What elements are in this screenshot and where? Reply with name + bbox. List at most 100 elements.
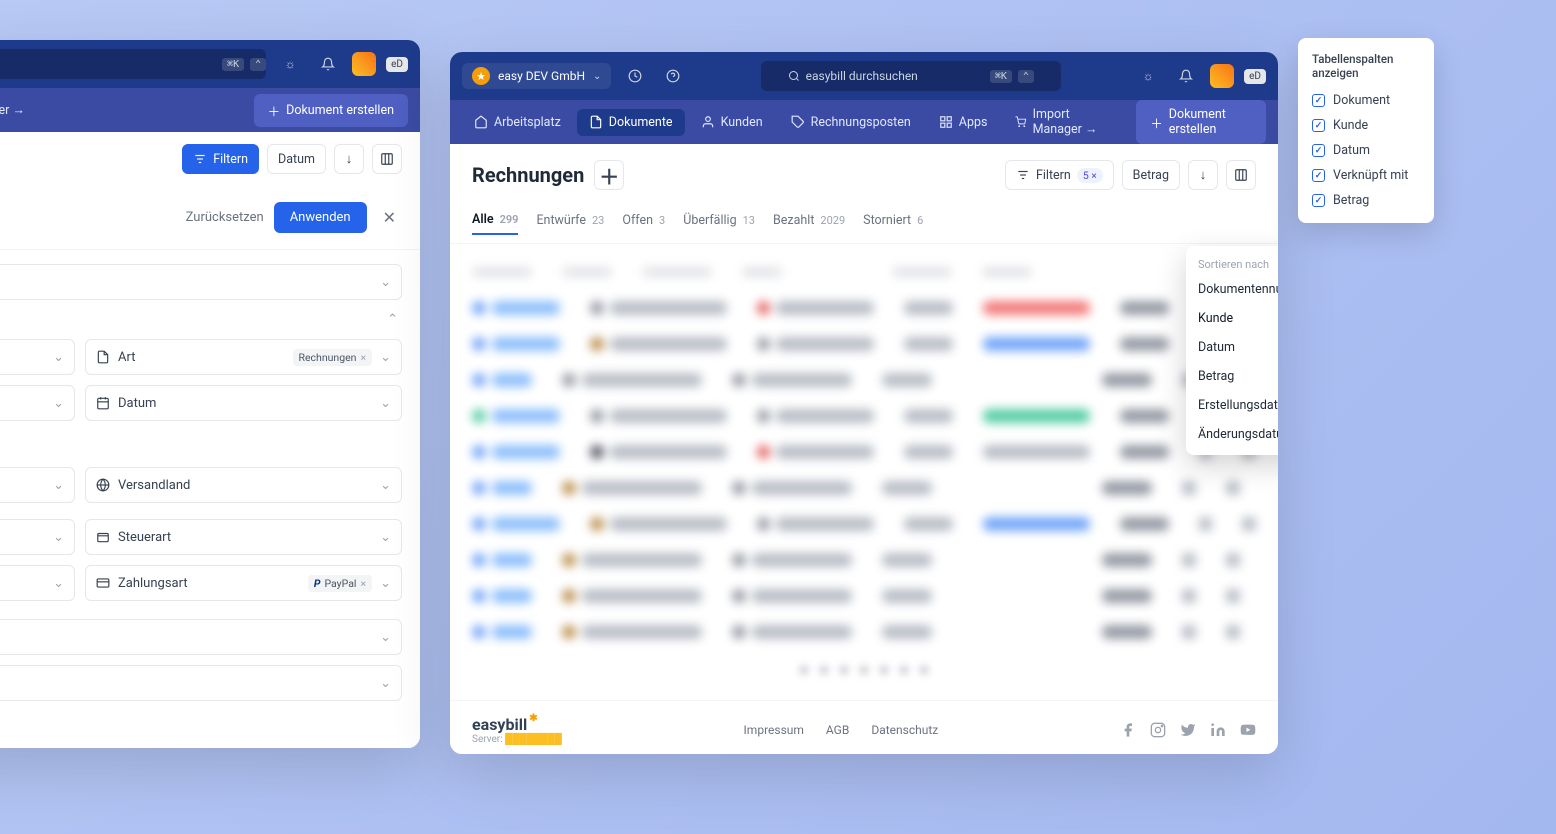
filter-window: bill durchsuchen ⌘K ⌃ ☼ eD osten Apps Im… <box>0 40 420 748</box>
include-docs-toggle[interactable]: mente einbeziehen <box>0 431 402 457</box>
column-toggle-kunde[interactable]: ✓Kunde <box>1298 113 1434 138</box>
table-row <box>472 506 1256 542</box>
sort-option-änderungsdatum[interactable]: Änderungsdatum <box>1186 420 1278 449</box>
art-field[interactable]: Art Rechnungen× ⌄ <box>85 339 402 375</box>
help-icon[interactable] <box>659 62 687 90</box>
search-bar[interactable]: easybill durchsuchen ⌘K ⌃ <box>761 61 1061 91</box>
social-links <box>1120 722 1256 738</box>
avatar[interactable] <box>352 52 376 76</box>
nav-rechnungsposten[interactable]: Rechnungsposten <box>779 109 923 136</box>
datum-button-left[interactable]: Datum <box>267 144 326 174</box>
theme-icon-main[interactable]: ☼ <box>1134 62 1162 90</box>
table-row <box>472 290 1256 326</box>
footer-link-impressum[interactable]: Impressum <box>744 723 804 737</box>
tab-offen[interactable]: Offen3 <box>622 206 665 235</box>
sort-button[interactable]: Betrag <box>1122 160 1180 190</box>
columns-button-left[interactable] <box>372 144 402 174</box>
mitarbeiter-field[interactable]: Mitarbeiter⌄ <box>0 665 402 701</box>
close-icon[interactable]: ✕ <box>377 202 402 233</box>
nav-import-left[interactable]: Import Manager → <box>0 97 37 124</box>
field-blank-3[interactable]: ⌄ <box>0 467 75 503</box>
sort-direction-left[interactable]: ↓ <box>334 144 364 174</box>
zahlungsart-field[interactable]: Zahlungsart PPayPal × ⌄ <box>85 565 402 601</box>
tab-storniert[interactable]: Storniert6 <box>863 206 923 235</box>
nav-import[interactable]: Import Manager → <box>1003 101 1128 143</box>
datum-field[interactable]: Datum⌄ <box>85 385 402 421</box>
table-row <box>472 398 1256 434</box>
bell-icon-main[interactable] <box>1172 62 1200 90</box>
instagram-icon[interactable] <box>1150 722 1166 738</box>
field-blank-2[interactable]: ⌄ <box>0 385 75 421</box>
avatar-badge-main[interactable]: eD <box>1244 69 1266 84</box>
search-kbd2: ⌃ <box>250 58 266 71</box>
field-blank-4[interactable]: ⌄ <box>0 519 75 555</box>
collapse-icon[interactable]: ⌃ <box>387 312 398 327</box>
footer-link-agb[interactable]: AGB <box>826 723 849 737</box>
avatar-badge[interactable]: eD <box>386 57 408 72</box>
topbar: ★ easy DEV GmbH ⌄ easybill durchsuchen ⌘… <box>450 52 1278 100</box>
bell-icon[interactable] <box>314 50 342 78</box>
nav-dokumente[interactable]: Dokumente <box>577 109 685 136</box>
main-window: ★ easy DEV GmbH ⌄ easybill durchsuchen ⌘… <box>450 52 1278 754</box>
tab-alle[interactable]: Alle299 <box>472 206 518 235</box>
twitter-icon[interactable] <box>1180 722 1196 738</box>
facebook-icon[interactable] <box>1120 722 1136 738</box>
filter-button-left[interactable]: Filtern <box>182 144 259 174</box>
sort-option-erstellungsdatum[interactable]: Erstellungsdatum <box>1186 391 1278 420</box>
nav-arbeitsplatz[interactable]: Arbeitsplatz <box>462 109 573 136</box>
add-button[interactable]: ＋ <box>594 160 624 190</box>
sort-direction[interactable]: ↓ <box>1188 160 1218 190</box>
footer-links: Impressum AGB Datenschutz <box>744 723 939 737</box>
avatar-main[interactable] <box>1210 64 1234 88</box>
nav-kunden[interactable]: Kunden <box>689 109 775 136</box>
table-row <box>472 578 1256 614</box>
art-chip[interactable]: Rechnungen× <box>293 349 373 366</box>
star-icon: ★ <box>472 67 490 85</box>
tab-entwürfe[interactable]: Entwürfe23 <box>536 206 604 235</box>
sort-option-kunde[interactable]: Kunde✓ <box>1186 304 1278 333</box>
tab-bezahlt[interactable]: Bezahlt2029 <box>773 206 845 235</box>
sort-option-betrag[interactable]: Betrag <box>1186 362 1278 391</box>
sort-option-dokumentennummer[interactable]: Dokumentennummer <box>1186 275 1278 304</box>
table-row <box>472 326 1256 362</box>
projekte-field[interactable]: Projekte⌄ <box>0 619 402 655</box>
column-toggle-datum[interactable]: ✓Datum <box>1298 138 1434 163</box>
search-kbd: ⌘K <box>222 58 244 71</box>
filter-button[interactable]: Filtern 5 × <box>1005 160 1114 190</box>
create-document-button-left[interactable]: ＋ Dokument erstellen <box>254 94 408 127</box>
field-blank-1[interactable]: ⌄ <box>0 339 75 375</box>
nav-apps[interactable]: Apps <box>927 109 1000 136</box>
columns-popup-header: Tabellenspalten anzeigen <box>1298 48 1434 88</box>
linkedin-icon[interactable] <box>1210 722 1226 738</box>
sort-header: Sortieren nach <box>1186 252 1278 275</box>
versandland-field[interactable]: Versandland⌄ <box>85 467 402 503</box>
clear-filters-icon[interactable]: × <box>1091 171 1096 182</box>
search-icon <box>788 70 800 82</box>
topbar-left: bill durchsuchen ⌘K ⌃ ☼ eD <box>0 40 420 88</box>
theme-icon[interactable]: ☼ <box>276 50 304 78</box>
search-bar-left[interactable]: bill durchsuchen ⌘K ⌃ <box>0 49 266 79</box>
clock-icon[interactable] <box>621 62 649 90</box>
navbar-left: osten Apps Import Manager → ＋ Dokument e… <box>0 88 420 132</box>
plus-icon: ＋ <box>1150 113 1163 132</box>
table-row <box>472 614 1256 650</box>
zahlungsart-chip[interactable]: PPayPal × <box>308 575 372 592</box>
column-toggle-dokument[interactable]: ✓Dokument <box>1298 88 1434 113</box>
footer-link-datenschutz[interactable]: Datenschutz <box>871 723 938 737</box>
pagination[interactable] <box>472 650 1256 690</box>
column-toggle-betrag[interactable]: ✓Betrag <box>1298 188 1434 213</box>
steuerart-field[interactable]: Steuerart⌄ <box>85 519 402 555</box>
youtube-icon[interactable] <box>1240 722 1256 738</box>
columns-button[interactable] <box>1226 160 1256 190</box>
server-info: Server: ████████ <box>472 734 562 745</box>
apply-button[interactable]: Anwenden <box>274 202 367 233</box>
company-selector[interactable]: ★ easy DEV GmbH ⌄ <box>462 63 611 89</box>
sort-option-datum[interactable]: Datum <box>1186 333 1278 362</box>
filter-count-badge: 5 × <box>1077 168 1103 183</box>
field-blank-5[interactable]: ⌄ <box>0 565 75 601</box>
search-field[interactable]: Suchen ⌄ <box>0 264 402 300</box>
column-toggle-verknüpft-mit[interactable]: ✓Verknüpft mit <box>1298 163 1434 188</box>
tab-überfällig[interactable]: Überfällig13 <box>683 206 755 235</box>
create-document-button[interactable]: ＋ Dokument erstellen <box>1136 100 1266 144</box>
reset-button[interactable]: Zurücksetzen <box>186 210 264 225</box>
